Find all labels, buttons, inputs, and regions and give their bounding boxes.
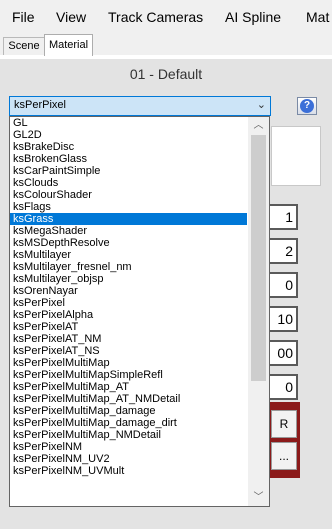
material-title: 01 - Default xyxy=(129,66,203,82)
menu-bar: File View Track Cameras AI Spline Mat xyxy=(0,0,332,34)
shader-option[interactable]: ksColourShader xyxy=(10,189,247,201)
shader-option[interactable]: ksPerPixelMultiMap_damage_dirt xyxy=(10,417,247,429)
value-box-4[interactable]: 10 xyxy=(268,306,298,332)
value-box-3[interactable]: 0 xyxy=(268,272,298,298)
shader-option[interactable]: ksPerPixelNM_UV2 xyxy=(10,453,247,465)
shader-option[interactable]: ksPerPixelMultiMap_AT_NMDetail xyxy=(10,393,247,405)
scroll-up-arrow-icon[interactable]: ︿ xyxy=(248,117,269,134)
shader-option[interactable]: ksMultilayer_fresnel_nm xyxy=(10,261,247,273)
shader-option[interactable]: ksPerPixelMultiMap_damage xyxy=(10,405,247,417)
shader-option[interactable]: ksPerPixelMultiMapSimpleRefl xyxy=(10,369,247,381)
shader-option[interactable]: ksBrokenGlass xyxy=(10,153,247,165)
shader-option[interactable]: ksMultilayer xyxy=(10,249,247,261)
help-button[interactable]: ? xyxy=(297,97,317,115)
shader-option[interactable]: ksPerPixelAlpha xyxy=(10,309,247,321)
menu-ai-spline[interactable]: AI Spline xyxy=(225,9,281,25)
menu-track-cameras[interactable]: Track Cameras xyxy=(108,9,203,25)
shader-option[interactable]: ksPerPixelMultiMap_AT xyxy=(10,381,247,393)
tab-material[interactable]: Material xyxy=(44,34,93,56)
dropdown-scrollbar[interactable]: ︿ ﹀ xyxy=(248,117,269,506)
shader-option[interactable]: ksPerPixelAT_NS xyxy=(10,345,247,357)
shader-option[interactable]: GL xyxy=(10,117,247,129)
shader-option[interactable]: ksPerPixelAT_NM xyxy=(10,333,247,345)
chevron-down-icon: ⌄ xyxy=(256,99,266,111)
shader-option[interactable]: ksPerPixelAT xyxy=(10,321,247,333)
shader-option[interactable]: ksGrass xyxy=(10,213,247,225)
shader-option[interactable]: ksCarPaintSimple xyxy=(10,165,247,177)
shader-option[interactable]: ksPerPixelNM_UVMult xyxy=(10,465,247,477)
shader-dropdown-list: GL GL2D ksBrakeDisc ksBrokenGlass ksCarPaint… xyxy=(9,116,270,507)
value-box-2[interactable]: 2 xyxy=(268,238,298,264)
shader-option[interactable]: ksMultilayer_objsp xyxy=(10,273,247,285)
shader-option[interactable]: ksMSDepthResolve xyxy=(10,237,247,249)
shader-option[interactable]: ksFlags xyxy=(10,201,247,213)
shader-option[interactable]: ksPerPixelMultiMap_NMDetail xyxy=(10,429,247,441)
shader-option[interactable]: ksPerPixel xyxy=(10,297,247,309)
help-icon: ? xyxy=(300,99,314,113)
shader-option[interactable]: ksOrenNayar xyxy=(10,285,247,297)
shader-option[interactable]: ksPerPixelNM xyxy=(10,441,247,453)
shader-select-value: ksPerPixel xyxy=(14,99,66,111)
shader-option[interactable]: ksMegaShader xyxy=(10,225,247,237)
menu-material[interactable]: Mat xyxy=(306,9,329,25)
tab-scene[interactable]: Scene xyxy=(3,37,45,55)
shader-option-list: GL GL2D ksBrakeDisc ksBrokenGlass ksCarPaint… xyxy=(10,117,247,477)
shader-select[interactable]: ksPerPixel ⌄ xyxy=(9,96,271,116)
preview-box xyxy=(271,126,321,186)
shader-option[interactable]: ksClouds xyxy=(10,177,247,189)
scroll-down-arrow-icon[interactable]: ﹀ xyxy=(248,489,269,506)
value-box-6[interactable]: 0 xyxy=(268,374,298,400)
value-box-1[interactable]: 1 xyxy=(268,204,298,230)
menu-view[interactable]: View xyxy=(56,9,86,25)
scrollbar-thumb[interactable] xyxy=(251,135,266,381)
value-box-5[interactable]: 00 xyxy=(268,340,298,366)
shader-option[interactable]: ksBrakeDisc xyxy=(10,141,247,153)
shader-option[interactable]: GL2D xyxy=(10,129,247,141)
menu-file[interactable]: File xyxy=(12,9,35,25)
texture-reset-button[interactable]: R xyxy=(271,410,297,438)
shader-option[interactable]: ksPerPixelMultiMap xyxy=(10,357,247,369)
texture-browse-button[interactable]: ... xyxy=(271,442,297,470)
